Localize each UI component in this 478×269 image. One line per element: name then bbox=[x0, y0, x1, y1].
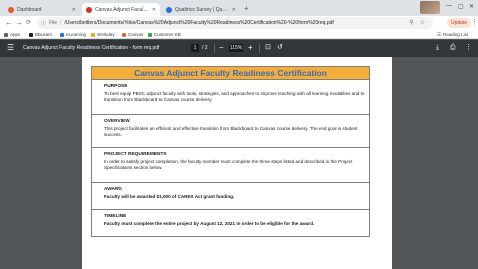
divider bbox=[259, 44, 260, 53]
close-icon[interactable]: ✕ bbox=[232, 7, 236, 13]
section-heading: PROJECT REQUIREMENTS bbox=[104, 152, 167, 157]
elearning-icon bbox=[60, 32, 64, 37]
bookmarks-bar: Apps BbLearn eLearning Workday Canvas Cu… bbox=[0, 30, 478, 39]
section-heading: OVERVIEW bbox=[104, 119, 130, 124]
bookmark-bblearn[interactable]: BbLearn bbox=[29, 31, 52, 38]
bookmark-apps[interactable]: Apps bbox=[4, 31, 20, 38]
download-icon[interactable]: ⤓ bbox=[436, 43, 439, 53]
divider bbox=[214, 44, 215, 53]
customer-kb-icon bbox=[148, 32, 152, 37]
reading-list-icon: ☰ bbox=[437, 32, 442, 37]
address-bar[interactable]: ⓘ File | /Users/beltlers/Documents/Yoke/… bbox=[37, 17, 433, 29]
pdf-toolbar: ☰ Canvas Adjunct Faculty Readiness Certi… bbox=[0, 40, 478, 57]
tab-label: Canvas Adjunct Faculty Readi… bbox=[95, 6, 149, 13]
new-tab-icon[interactable]: + bbox=[244, 3, 249, 15]
zoom-in-icon[interactable]: + bbox=[248, 42, 253, 54]
section-body: To best equip PBSC adjunct faculty with … bbox=[104, 91, 365, 102]
section-body: Faculty will be awarded $1,000 of CARES … bbox=[104, 194, 235, 199]
webcam-thumbnail bbox=[420, 1, 440, 14]
tab-dashboard[interactable]: Dashboard ✕ bbox=[4, 3, 80, 16]
bookmark-canvas[interactable]: Canvas bbox=[122, 31, 143, 38]
zoom-level-input[interactable]: 115% bbox=[229, 44, 243, 52]
reload-icon[interactable]: ⟳ bbox=[26, 17, 31, 29]
section-purpose: PURPOSE To best equip PBSC adjunct facul… bbox=[91, 80, 370, 115]
maximize-icon[interactable]: ▢ bbox=[458, 3, 464, 10]
qualtrics-favicon-icon bbox=[166, 6, 172, 13]
pdf-favicon-icon bbox=[86, 6, 92, 13]
page-number-input[interactable]: 1 bbox=[191, 44, 199, 52]
minimize-icon[interactable]: — bbox=[446, 3, 452, 9]
back-icon[interactable]: ← bbox=[5, 17, 13, 29]
section-overview: OVERVIEW This project facilitates an eff… bbox=[91, 115, 370, 148]
section-body: Faculty must complete the entire project… bbox=[104, 221, 315, 226]
tab-label: Dashboard bbox=[17, 6, 42, 13]
url-text: /Users/beltlers/Documents/Yoke/Canvas%20… bbox=[64, 20, 334, 26]
apps-grid-icon bbox=[4, 32, 8, 37]
section-award: AWARD Faculty will be awarded $1,000 of … bbox=[91, 183, 370, 210]
tab-qualtrics[interactable]: Qualtrics Survey | Qualtrics Ex… ✕ bbox=[162, 3, 240, 16]
rotate-icon[interactable]: ↺ bbox=[277, 43, 283, 53]
section-project-requirements: PROJECT REQUIREMENTS In order to satisfy… bbox=[91, 148, 370, 183]
browser-toolbar: ← → ⟳ ⓘ File | /Users/beltlers/Documents… bbox=[0, 16, 478, 30]
pdf-page: Canvas Adjunct Faculty Readiness Certifi… bbox=[82, 57, 392, 269]
tab-label: Qualtrics Survey | Qualtrics Ex… bbox=[175, 6, 229, 13]
section-timeline: TIMELINE Faculty must complete the entir… bbox=[91, 210, 370, 237]
tab-canvas-certification[interactable]: Canvas Adjunct Faculty Readi… ✕ bbox=[82, 3, 160, 16]
section-heading: AWARD bbox=[104, 187, 122, 192]
close-icon[interactable]: ✕ bbox=[152, 7, 156, 13]
close-window-icon[interactable]: ✕ bbox=[469, 3, 474, 10]
search-icon[interactable]: ⚲ bbox=[409, 17, 413, 29]
info-icon: ⓘ bbox=[41, 20, 47, 27]
canvas-icon bbox=[122, 32, 126, 37]
section-heading: TIMELINE bbox=[104, 214, 127, 219]
forward-icon[interactable]: → bbox=[15, 17, 23, 29]
workday-icon bbox=[91, 32, 95, 37]
pdf-title: Canvas Adjunct Faculty Readiness Certifi… bbox=[23, 45, 160, 51]
bblearn-icon bbox=[29, 32, 33, 37]
document-title: Canvas Adjunct Faculty Readiness Certifi… bbox=[91, 66, 370, 80]
bookmark-star-icon[interactable]: ☆ bbox=[420, 17, 425, 29]
section-body: In order to satisfy project completion, … bbox=[104, 159, 353, 170]
menu-icon[interactable]: ☰ bbox=[7, 43, 14, 53]
bookmark-elearning[interactable]: eLearning bbox=[60, 31, 86, 38]
print-icon[interactable]: ⎙ bbox=[450, 43, 456, 53]
tab-strip: Dashboard ✕ Canvas Adjunct Faculty Readi… bbox=[0, 0, 478, 16]
file-scheme-label: File bbox=[49, 20, 58, 26]
browser-menu-icon[interactable]: ⋮ bbox=[471, 17, 478, 29]
zoom-out-icon[interactable]: − bbox=[219, 42, 224, 54]
bookmark-workday[interactable]: Workday bbox=[91, 31, 115, 38]
more-options-icon[interactable]: ⋮ bbox=[465, 43, 472, 53]
dashboard-favicon-icon bbox=[8, 6, 14, 13]
close-icon[interactable]: ✕ bbox=[72, 7, 76, 13]
section-heading: PURPOSE bbox=[104, 84, 128, 89]
fit-page-icon[interactable]: ⊡ bbox=[265, 43, 271, 53]
section-body: This project facilitates an efficient an… bbox=[104, 126, 358, 137]
page-total: / 2 bbox=[202, 45, 208, 51]
bookmark-customer-kb[interactable]: Customer KB bbox=[148, 31, 181, 38]
reading-list[interactable]: ☰ Reading List bbox=[437, 31, 468, 38]
update-button[interactable]: Update bbox=[447, 18, 472, 28]
